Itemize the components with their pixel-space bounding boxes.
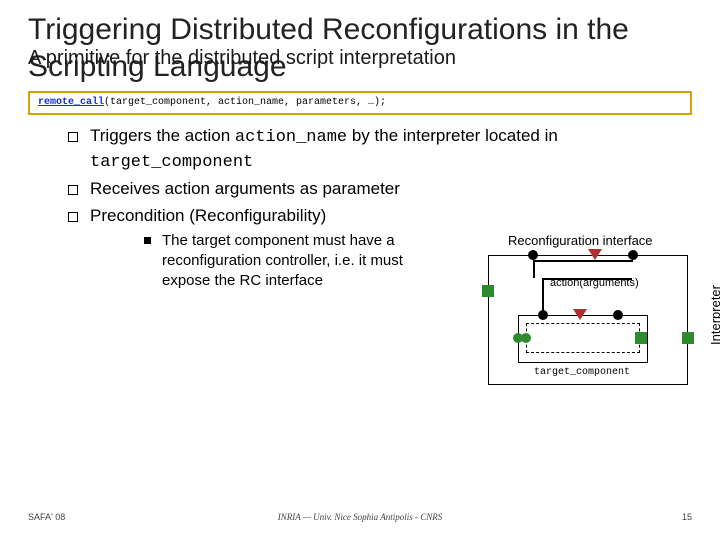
bullet-1-text-a: Triggers the action — [90, 126, 235, 145]
footer-center: INRIA — Univ. Nice Sophia Antipolis - CN… — [0, 512, 720, 522]
slide-subtitle: A primitive for the distributed script i… — [28, 47, 456, 70]
interpreter-label: Interpreter — [708, 285, 720, 345]
connector-line — [533, 260, 633, 262]
port-icon — [482, 285, 494, 297]
bullet-1-mono-a: action_name — [235, 128, 347, 147]
code-snippet: remote_call(target_component, action_nam… — [28, 91, 692, 115]
port-icon — [588, 249, 602, 260]
port-icon — [635, 332, 647, 344]
code-rest: (target_component, action_name, paramete… — [104, 97, 386, 108]
action-label: action(arguments) — [550, 277, 639, 289]
bullet-3-text: Precondition (Reconfigurability) — [90, 206, 326, 225]
connector-line — [533, 260, 535, 278]
port-icon — [573, 309, 587, 320]
footer-page-number: 15 — [682, 512, 692, 522]
slide: Triggering Distributed Reconfigurations … — [0, 0, 720, 540]
bullet-2: Receives action arguments as parameter — [68, 178, 692, 200]
footer-left: SAFA' 08 — [28, 512, 65, 522]
connector-line — [542, 278, 544, 310]
bullet-1-text-b: by the interpreter located in — [347, 126, 558, 145]
slide-footer: SAFA' 08 INRIA — Univ. Nice Sophia Antip… — [0, 512, 720, 522]
target-component-label: target_component — [534, 367, 630, 378]
reconf-interface-label: Reconfiguration interface — [508, 233, 653, 248]
sub-bullet-1: The target component must have a reconfi… — [144, 231, 444, 292]
code-keyword: remote_call — [38, 97, 104, 108]
bullet-1-mono-b: target_component — [90, 153, 253, 172]
content-box — [526, 323, 640, 353]
port-icon — [682, 332, 694, 344]
slide-body: Triggers the action action_name by the i… — [28, 125, 692, 292]
bullet-1: Triggers the action action_name by the i… — [68, 125, 692, 174]
diagram: Reconfiguration interface — [468, 225, 698, 405]
